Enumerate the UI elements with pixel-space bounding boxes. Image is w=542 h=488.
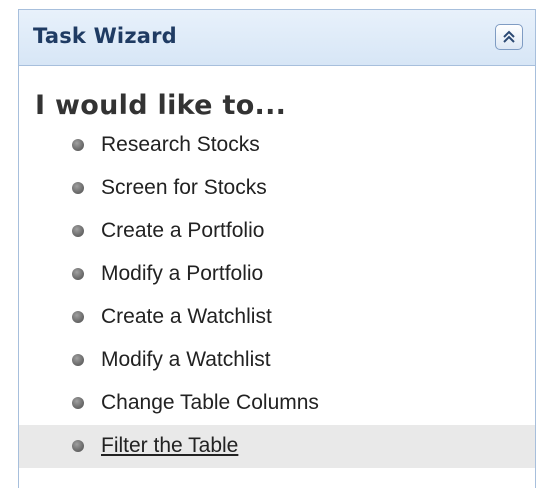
bullet-icon	[72, 182, 84, 194]
bullet-icon	[72, 311, 84, 323]
task-item-screen-for-stocks[interactable]: Screen for Stocks	[19, 167, 535, 210]
bullet-icon	[72, 225, 84, 237]
task-item-create-portfolio[interactable]: Create a Portfolio	[19, 210, 535, 253]
bullet-icon	[72, 139, 84, 151]
bullet-icon	[72, 440, 84, 452]
task-link[interactable]: Modify a Watchlist	[101, 348, 271, 372]
task-link[interactable]: Screen for Stocks	[101, 176, 267, 200]
task-link[interactable]: Change Table Columns	[101, 391, 319, 415]
double-chevron-up-icon	[503, 30, 515, 43]
task-item-filter-table[interactable]: Filter the Table	[19, 425, 535, 468]
task-item-change-table-columns[interactable]: Change Table Columns	[19, 382, 535, 425]
intro-heading: I would like to...	[35, 90, 287, 121]
panel-title: Task Wizard	[33, 24, 177, 48]
task-link[interactable]: Modify a Portfolio	[101, 262, 263, 286]
task-list: Research Stocks Screen for Stocks Create…	[19, 124, 535, 468]
task-item-research-stocks[interactable]: Research Stocks	[19, 124, 535, 167]
task-link[interactable]: Research Stocks	[101, 133, 260, 157]
panel-header: Task Wizard	[19, 10, 535, 66]
task-link[interactable]: Create a Portfolio	[101, 219, 264, 243]
task-link[interactable]: Create a Watchlist	[101, 305, 272, 329]
bullet-icon	[72, 268, 84, 280]
task-item-modify-portfolio[interactable]: Modify a Portfolio	[19, 253, 535, 296]
task-item-create-watchlist[interactable]: Create a Watchlist	[19, 296, 535, 339]
bullet-icon	[72, 397, 84, 409]
task-link[interactable]: Filter the Table	[101, 434, 238, 458]
task-wizard-panel: Task Wizard I would like to... Research …	[18, 9, 536, 488]
collapse-button[interactable]	[495, 24, 523, 50]
task-item-modify-watchlist[interactable]: Modify a Watchlist	[19, 339, 535, 382]
bullet-icon	[72, 354, 84, 366]
